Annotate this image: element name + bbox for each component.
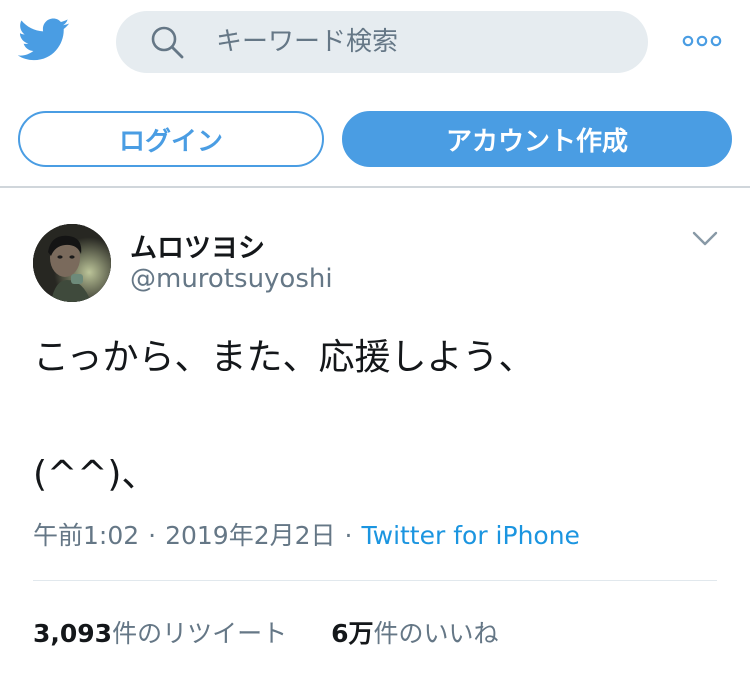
search-icon: [151, 26, 184, 59]
meta-separator: ·: [148, 521, 157, 550]
signup-button[interactable]: アカウント作成: [342, 111, 732, 167]
tweet-time: 午前1:02: [33, 521, 140, 550]
more-options-icon[interactable]: [682, 32, 722, 50]
header-divider: [0, 186, 750, 188]
tweet-date[interactable]: 2019年2月2日: [165, 521, 335, 550]
meta-separator: ·: [344, 521, 353, 550]
retweet-stat[interactable]: 3,093件のリツイート: [33, 619, 287, 648]
retweet-count: 3,093: [33, 619, 113, 648]
user-handle[interactable]: @murotsuyoshi: [130, 264, 333, 294]
chevron-down-icon[interactable]: [692, 230, 718, 248]
display-name[interactable]: ムロツヨシ: [130, 226, 265, 265]
login-button[interactable]: ログイン: [18, 111, 324, 167]
twitter-bird-icon[interactable]: [18, 18, 70, 62]
search-bar[interactable]: [116, 11, 648, 73]
tweet-stats: 3,093件のリツイート 6万件のいいね: [33, 614, 499, 650]
tweet-metadata: 午前1:02 · 2019年2月2日 · Twitter for iPhone: [33, 516, 580, 552]
avatar-image: [33, 224, 111, 302]
tweet-text-line-2: (^^)、: [33, 454, 158, 495]
avatar[interactable]: [33, 224, 111, 302]
like-stat[interactable]: 6万件のいいね: [331, 619, 498, 648]
tweet-source-link[interactable]: Twitter for iPhone: [361, 521, 579, 550]
like-count: 6万: [331, 619, 374, 648]
stats-divider: [33, 580, 717, 581]
tweet-text-line-1: こっから、また、応援しよう、: [33, 337, 535, 378]
retweet-unit: 件: [112, 619, 138, 648]
tweet-card: ムロツヨシ @murotsuyoshi こっから、また、応援しよう、 (^^)、…: [0, 200, 750, 675]
top-navigation-bar: ログイン アカウント作成: [0, 0, 750, 188]
search-input[interactable]: [216, 23, 616, 61]
like-label: のいいね: [398, 619, 499, 648]
like-unit: 件: [373, 619, 399, 648]
retweet-label: のリツイート: [137, 619, 288, 648]
